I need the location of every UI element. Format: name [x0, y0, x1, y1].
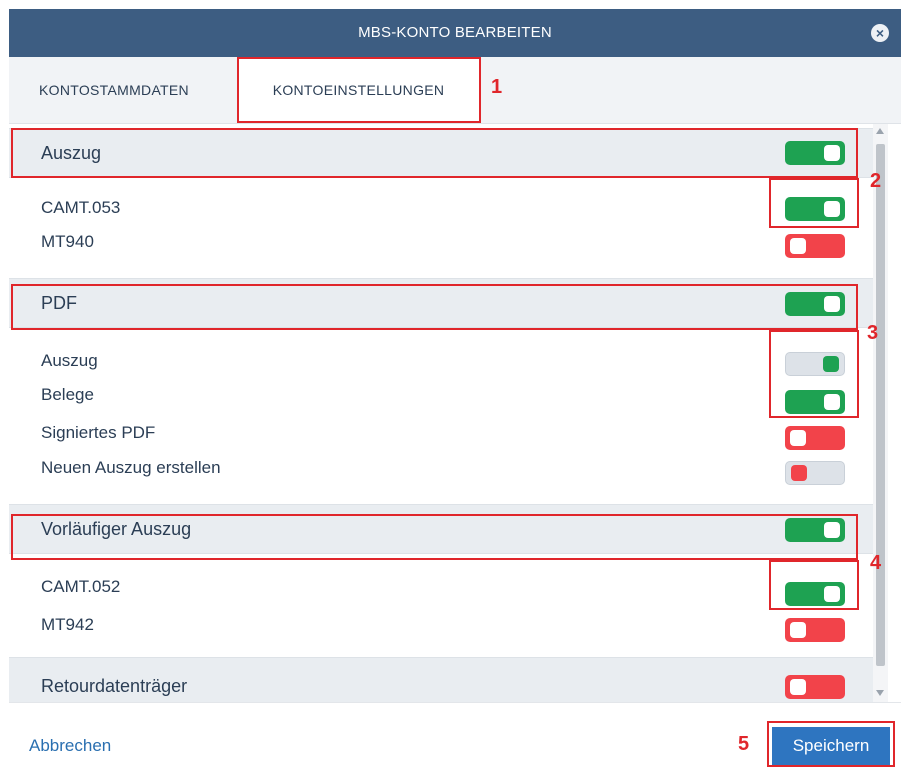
- camt052-toggle[interactable]: [785, 582, 845, 606]
- scroll-up-icon[interactable]: [876, 128, 884, 134]
- row-belege: Belege: [9, 378, 873, 414]
- scroll-down-icon[interactable]: [876, 690, 884, 696]
- section-pdf-label: PDF: [41, 293, 77, 313]
- tab-kontostammdaten[interactable]: KONTOSTAMMDATEN: [39, 57, 189, 124]
- row-neuen-auszug: Neuen Auszug erstellen: [9, 451, 873, 485]
- section-vorlaeufiger-auszug-label: Vorläufiger Auszug: [41, 519, 192, 539]
- mt940-label: MT940: [41, 232, 94, 251]
- pdf-auszug-toggle[interactable]: [785, 352, 845, 376]
- row-camt052: CAMT.052: [9, 570, 873, 606]
- auszug-toggle[interactable]: [785, 141, 845, 165]
- settings-panel: Auszug CAMT.053 MT940 PDF Auszug Belege …: [9, 124, 873, 702]
- row-camt053: CAMT.053: [9, 191, 873, 225]
- section-retourdatentraeger: Retourdatenträger: [9, 657, 873, 702]
- pdf-auszug-label: Auszug: [41, 351, 98, 370]
- save-button[interactable]: Speichern: [772, 727, 890, 765]
- row-mt940: MT940: [9, 225, 873, 259]
- vorlaeufiger-auszug-toggle[interactable]: [785, 518, 845, 542]
- row-pdf-auszug: Auszug: [9, 344, 873, 378]
- mt942-toggle[interactable]: [785, 618, 845, 642]
- signiertes-pdf-label: Signiertes PDF: [41, 423, 156, 442]
- section-auszug: Auszug: [9, 128, 873, 178]
- tab-bar: KONTOSTAMMDATEN KONTOEINSTELLUNGEN: [9, 57, 901, 124]
- section-retourdatentraeger-label: Retourdatenträger: [41, 676, 188, 696]
- neuen-auszug-label: Neuen Auszug erstellen: [41, 458, 221, 477]
- row-signiertes-pdf: Signiertes PDF: [9, 416, 873, 450]
- cancel-button[interactable]: Abbrechen: [29, 736, 111, 756]
- section-pdf: PDF: [9, 278, 873, 328]
- scrollbar[interactable]: [873, 124, 888, 702]
- retourdatentraeger-toggle[interactable]: [785, 675, 845, 699]
- pdf-toggle[interactable]: [785, 292, 845, 316]
- camt052-label: CAMT.052: [41, 577, 121, 596]
- neuen-auszug-toggle[interactable]: [785, 461, 845, 485]
- scrollbar-thumb[interactable]: [876, 144, 885, 666]
- dialog-title: MBS-KONTO BEARBEITEN: [358, 24, 552, 41]
- mt942-label: MT942: [41, 615, 94, 634]
- close-icon[interactable]: ×: [871, 24, 889, 42]
- camt053-label: CAMT.053: [41, 198, 121, 217]
- dialog-header: MBS-KONTO BEARBEITEN ×: [9, 9, 901, 57]
- signiertes-pdf-toggle[interactable]: [785, 426, 845, 450]
- row-mt942: MT942: [9, 608, 873, 642]
- section-auszug-label: Auszug: [41, 143, 102, 163]
- belege-label: Belege: [41, 385, 94, 404]
- tab-kontoeinstellungen[interactable]: KONTOEINSTELLUNGEN: [237, 57, 480, 123]
- dialog-footer: Abbrechen Speichern: [9, 702, 901, 782]
- camt053-toggle[interactable]: [785, 197, 845, 221]
- section-vorlaeufiger-auszug: Vorläufiger Auszug: [9, 504, 873, 554]
- mt940-toggle[interactable]: [785, 234, 845, 258]
- belege-toggle[interactable]: [785, 390, 845, 414]
